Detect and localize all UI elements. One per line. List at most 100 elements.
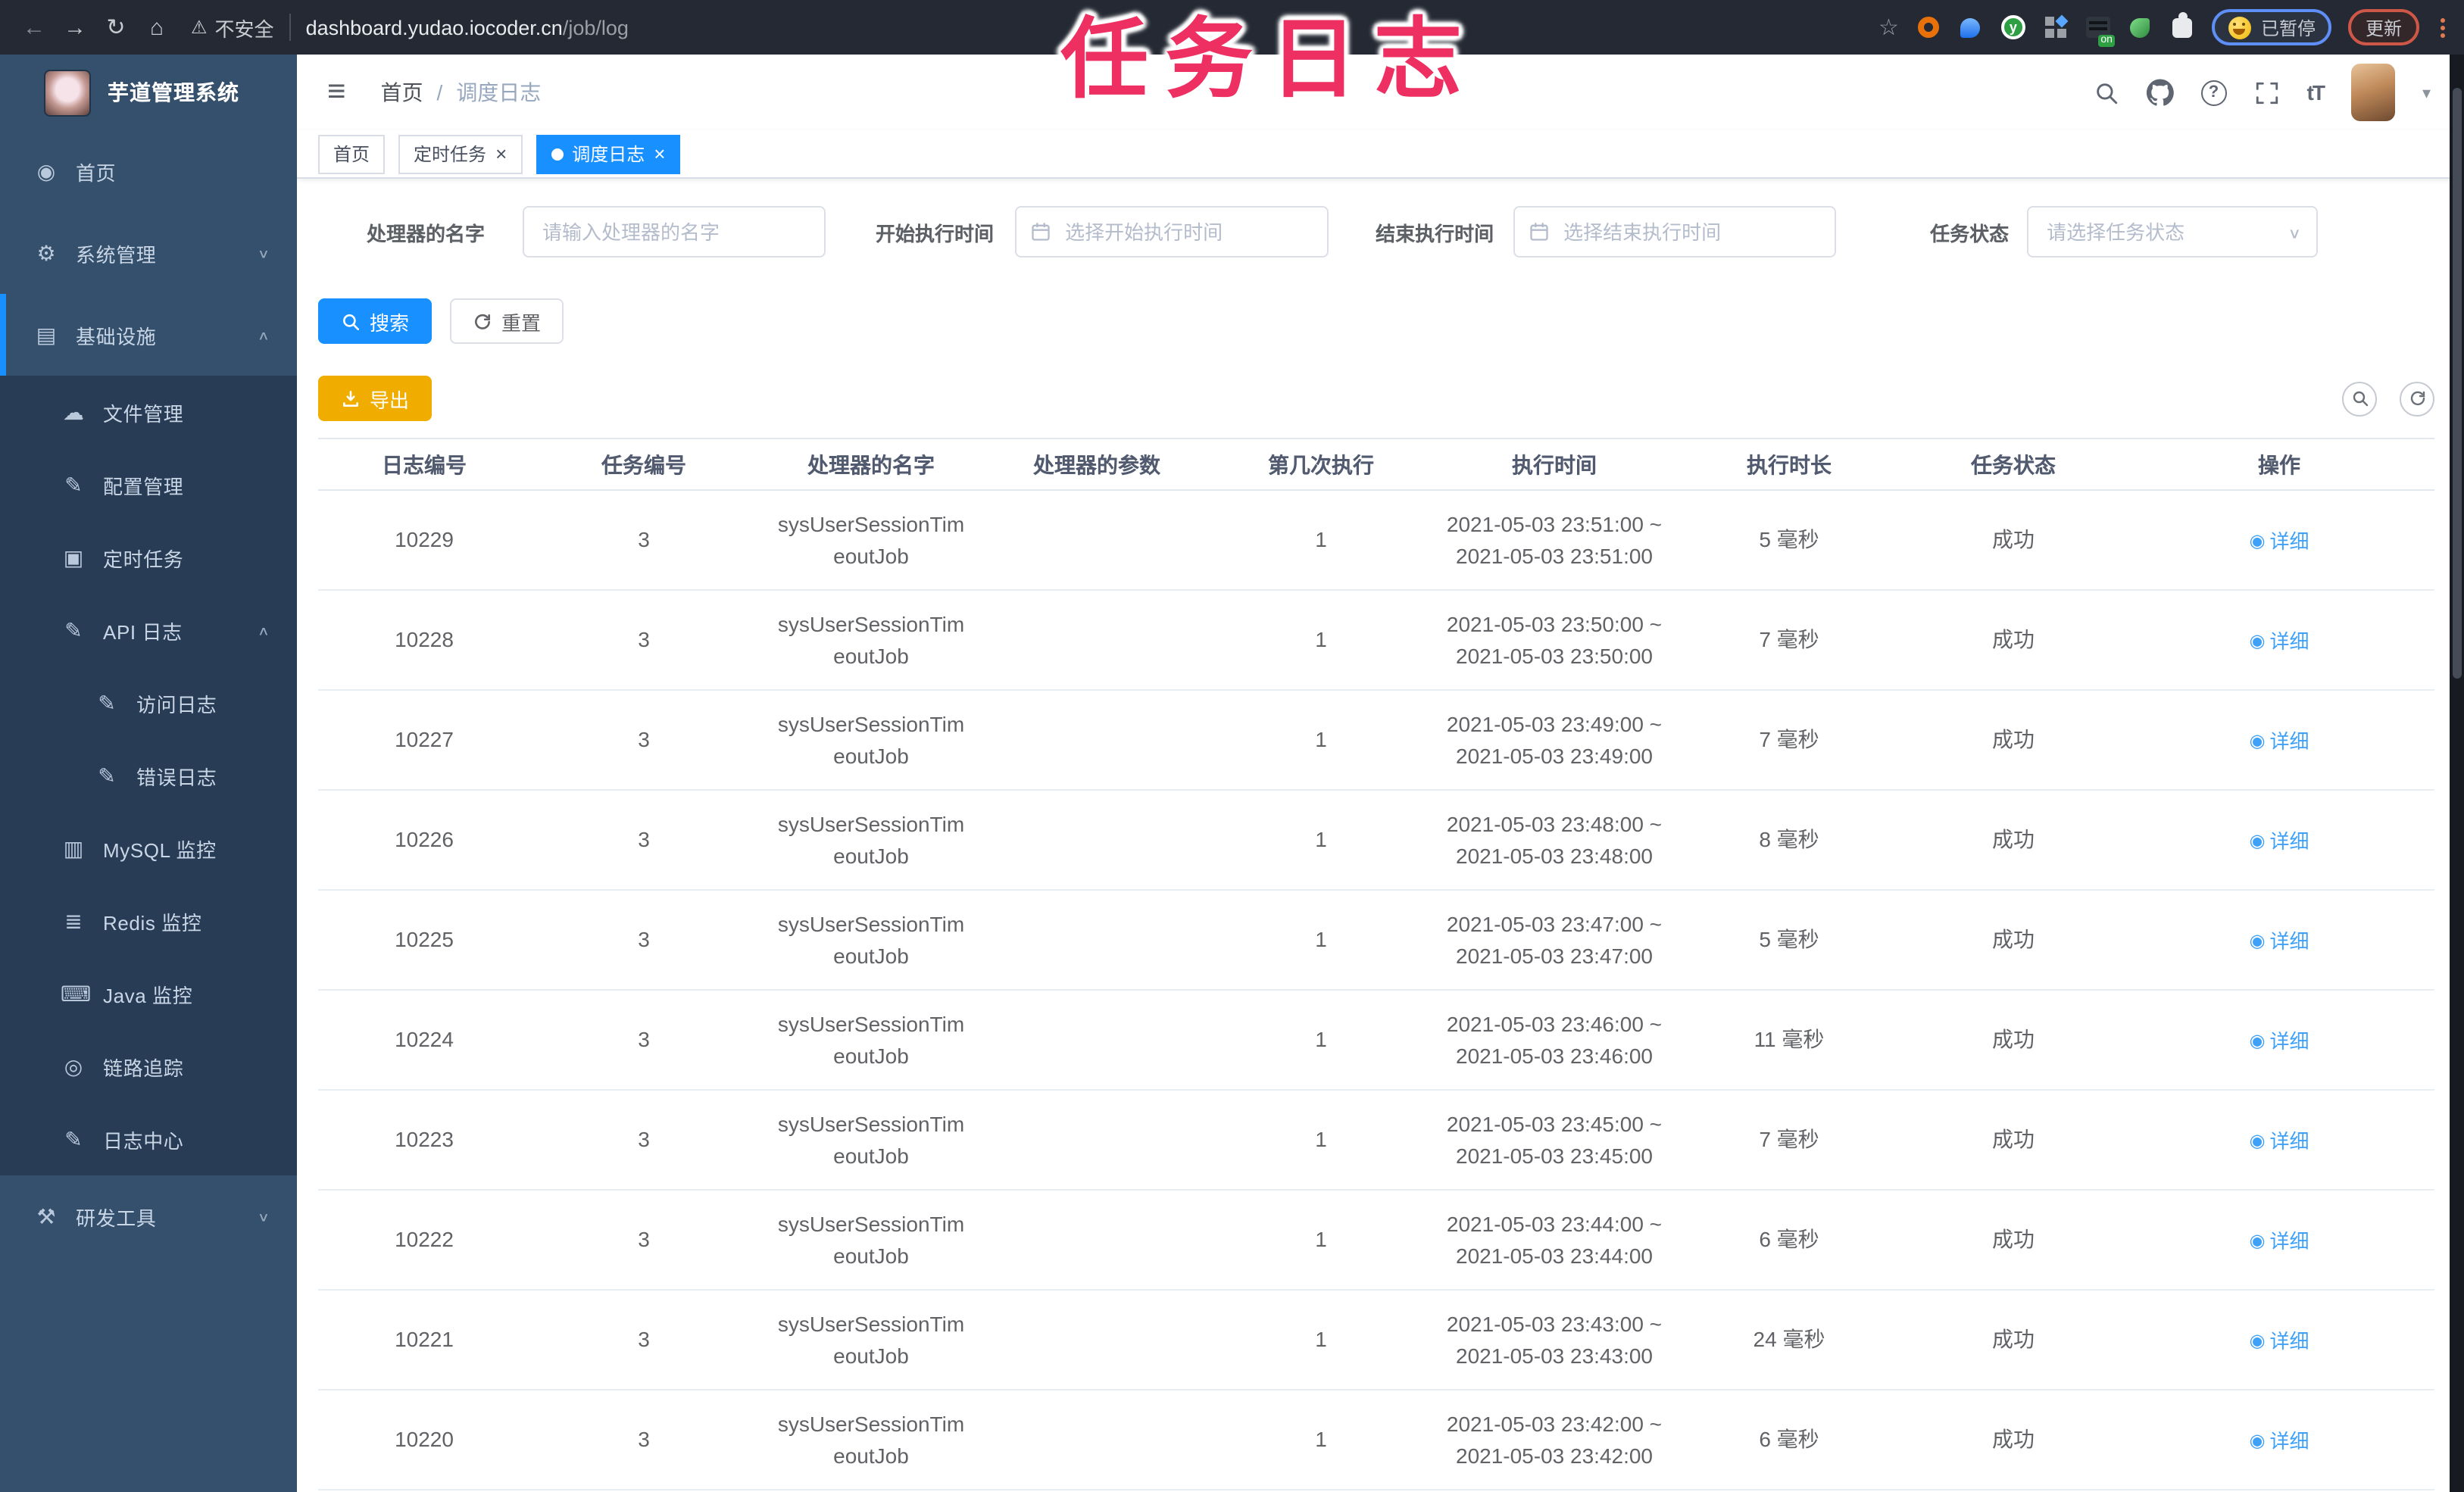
show-search-icon[interactable] bbox=[2342, 381, 2377, 416]
extensions-puzzle-icon[interactable] bbox=[2170, 11, 2196, 40]
sidebar-item-access-log[interactable]: ✎ 访问日志 bbox=[0, 666, 297, 739]
forward-icon[interactable]: → bbox=[56, 8, 94, 46]
detail-link[interactable]: ◉ 详细 bbox=[2250, 525, 2309, 557]
update-button[interactable]: 更新 bbox=[2348, 9, 2419, 45]
tag-label: 调度日志 bbox=[572, 144, 645, 165]
extension-on-icon[interactable]: on bbox=[2085, 14, 2116, 46]
cell-execute-time: 2021-05-03 23:51:00 ~2021-05-03 23:51:00 bbox=[1446, 511, 1663, 567]
database-icon: ▥ bbox=[63, 835, 84, 860]
github-icon[interactable] bbox=[2146, 79, 2174, 106]
detail-link[interactable]: ◉ 详细 bbox=[2250, 1425, 2309, 1456]
sidebar-item-infrastructure[interactable]: ▤ 基础设施 ∧ bbox=[0, 294, 297, 376]
bookmark-star-icon[interactable]: ☆ bbox=[1878, 14, 1899, 41]
cell-duration: 5 毫秒 bbox=[1759, 527, 1819, 551]
reset-button[interactable]: 重置 bbox=[450, 298, 564, 344]
sidebar-item-log-center[interactable]: ✎ 日志中心 bbox=[0, 1103, 297, 1175]
cell-execute-time: 2021-05-03 23:43:00 ~2021-05-03 23:43:00 bbox=[1446, 1311, 1663, 1367]
sidebar-item-file-management[interactable]: ☁ 文件管理 bbox=[0, 376, 297, 448]
sidebar-item-link-tracing[interactable]: ◎ 链路追踪 bbox=[0, 1030, 297, 1103]
app-logo-row[interactable]: 芋道管理系统 bbox=[0, 55, 297, 130]
chevron-down-icon[interactable]: ▾ bbox=[2422, 83, 2431, 102]
detail-link[interactable]: ◉ 详细 bbox=[2250, 1325, 2309, 1356]
job-status-select[interactable] bbox=[2027, 206, 2319, 258]
sidebar-item-java-monitor[interactable]: ⌨ Java 监控 bbox=[0, 957, 297, 1030]
cell-execute-time: 2021-05-03 23:45:00 ~2021-05-03 23:45:00 bbox=[1446, 1111, 1663, 1167]
sidebar-item-scheduled-task[interactable]: ▣ 定时任务 bbox=[0, 521, 297, 594]
cell-log-id: 10221 bbox=[395, 1327, 454, 1351]
cell-job-id: 3 bbox=[638, 1427, 650, 1451]
extension-green-y-icon[interactable]: y bbox=[2000, 14, 2026, 40]
detail-link[interactable]: ◉ 详细 bbox=[2250, 1025, 2309, 1057]
cell-log-id: 10220 bbox=[395, 1427, 454, 1451]
address-bar[interactable]: ⚠ 不安全 dashboard.yudao.iocoder.cn/job/log bbox=[191, 13, 629, 42]
close-icon[interactable]: × bbox=[495, 144, 507, 164]
detail-link[interactable]: ◉ 详细 bbox=[2250, 625, 2309, 657]
sidebar-item-dev-tools[interactable]: ⚒ 研发工具 ∨ bbox=[0, 1175, 297, 1257]
cell-handler-name: sysUserSessionTimeoutJob bbox=[777, 1111, 965, 1167]
tag-首页[interactable]: 首页 bbox=[318, 134, 386, 173]
cell-execute-time: 2021-05-03 23:50:00 ~2021-05-03 23:50:00 bbox=[1446, 611, 1663, 667]
sidebar-item-label: 链路追踪 bbox=[103, 1057, 184, 1079]
sidebar-item-label: 系统管理 bbox=[76, 243, 157, 266]
extension-grid-icon[interactable] bbox=[2043, 14, 2069, 40]
sidebar-item-redis-monitor[interactable]: ≣ Redis 监控 bbox=[0, 885, 297, 957]
detail-link[interactable]: ◉ 详细 bbox=[2250, 825, 2309, 857]
user-avatar[interactable] bbox=[2350, 64, 2395, 121]
sidebar-item-config-management[interactable]: ✎ 配置管理 bbox=[0, 448, 297, 521]
sidebar-item-error-log[interactable]: ✎ 错误日志 bbox=[0, 739, 297, 812]
home-icon[interactable]: ⌂ bbox=[138, 8, 176, 46]
help-icon[interactable]: ? bbox=[2200, 80, 2227, 105]
cell-log-id: 10226 bbox=[395, 827, 454, 851]
search-button[interactable]: 搜索 bbox=[318, 298, 433, 344]
scrollbar[interactable] bbox=[2449, 55, 2464, 1492]
tag-label: 首页 bbox=[333, 144, 370, 165]
back-icon[interactable]: ← bbox=[15, 8, 53, 46]
refresh-icon[interactable] bbox=[2400, 381, 2434, 416]
extension-leaf-icon[interactable] bbox=[2128, 14, 2153, 40]
eye-icon: ◉ bbox=[2249, 629, 2266, 651]
detail-link[interactable]: ◉ 详细 bbox=[2250, 1125, 2309, 1156]
cell-handler-name: sysUserSessionTimeoutJob bbox=[777, 1311, 965, 1367]
detail-link[interactable]: ◉ 详细 bbox=[2250, 725, 2309, 757]
search-button-label: 搜索 bbox=[370, 311, 410, 334]
eye-icon: ◉ bbox=[2249, 529, 2266, 551]
sidebar-item-label: Redis 监控 bbox=[103, 911, 202, 934]
cell-action: ◉ 详细 bbox=[2124, 1023, 2434, 1057]
sidebar-item-label: API 日志 bbox=[103, 620, 183, 643]
tag-定时任务[interactable]: 定时任务 × bbox=[398, 134, 523, 173]
search-icon[interactable] bbox=[2094, 80, 2119, 105]
end-time-input[interactable] bbox=[1513, 206, 1837, 258]
sidebar-item-home[interactable]: ◉ 首页 bbox=[0, 130, 297, 212]
log-icon: ✎ bbox=[64, 1126, 83, 1150]
sidebar-item-label: 文件管理 bbox=[103, 402, 184, 425]
cell-execute-index: 1 bbox=[1315, 827, 1327, 851]
cell-handler-name: sysUserSessionTimeoutJob bbox=[777, 811, 965, 867]
handler-name-input[interactable] bbox=[523, 206, 826, 258]
sidebar-item-system-management[interactable]: ⚙ 系统管理 ∨ bbox=[0, 212, 297, 294]
font-size-icon[interactable]: tT bbox=[2307, 80, 2325, 105]
schedule-icon: ▣ bbox=[63, 545, 84, 569]
column-header: 日志编号 bbox=[382, 452, 467, 476]
tag-调度日志[interactable]: 调度日志 × bbox=[536, 134, 681, 173]
breadcrumb-home[interactable]: 首页 bbox=[381, 77, 423, 108]
profile-paused-badge[interactable]: 已暂停 bbox=[2212, 9, 2332, 45]
fullscreen-icon[interactable] bbox=[2254, 80, 2280, 105]
reload-icon[interactable]: ↻ bbox=[97, 8, 135, 46]
detail-link[interactable]: ◉ 详细 bbox=[2250, 925, 2309, 957]
table-body: 10229 3 sysUserSessionTimeoutJob 1 2021-05-0… bbox=[318, 491, 2434, 1490]
begin-time-input[interactable] bbox=[1015, 206, 1329, 258]
main-area: ≡ 首页 / 调度日志 ? tT ▾ 首页 定时任务 × 调度日志 × 处理器的… bbox=[297, 55, 2464, 1492]
cell-action: ◉ 详细 bbox=[2124, 923, 2434, 957]
close-icon[interactable]: × bbox=[654, 144, 665, 164]
hamburger-icon[interactable]: ≡ bbox=[315, 74, 358, 111]
export-button[interactable]: 导出 bbox=[318, 376, 433, 421]
detail-link[interactable]: ◉ 详细 bbox=[2250, 1225, 2309, 1256]
scrollbar-thumb[interactable] bbox=[2452, 88, 2461, 679]
extension-blue-icon[interactable] bbox=[1958, 14, 1984, 40]
reset-button-label: 重置 bbox=[501, 311, 542, 334]
sidebar-item-mysql-monitor[interactable]: ▥ MySQL 监控 bbox=[0, 812, 297, 885]
sidebar-item-api-log[interactable]: ✎ API 日志 ∧ bbox=[0, 594, 297, 666]
extension-orange-icon[interactable] bbox=[1916, 14, 1941, 40]
browser-menu-icon[interactable] bbox=[2435, 17, 2449, 37]
cell-log-id: 10229 bbox=[395, 527, 454, 551]
